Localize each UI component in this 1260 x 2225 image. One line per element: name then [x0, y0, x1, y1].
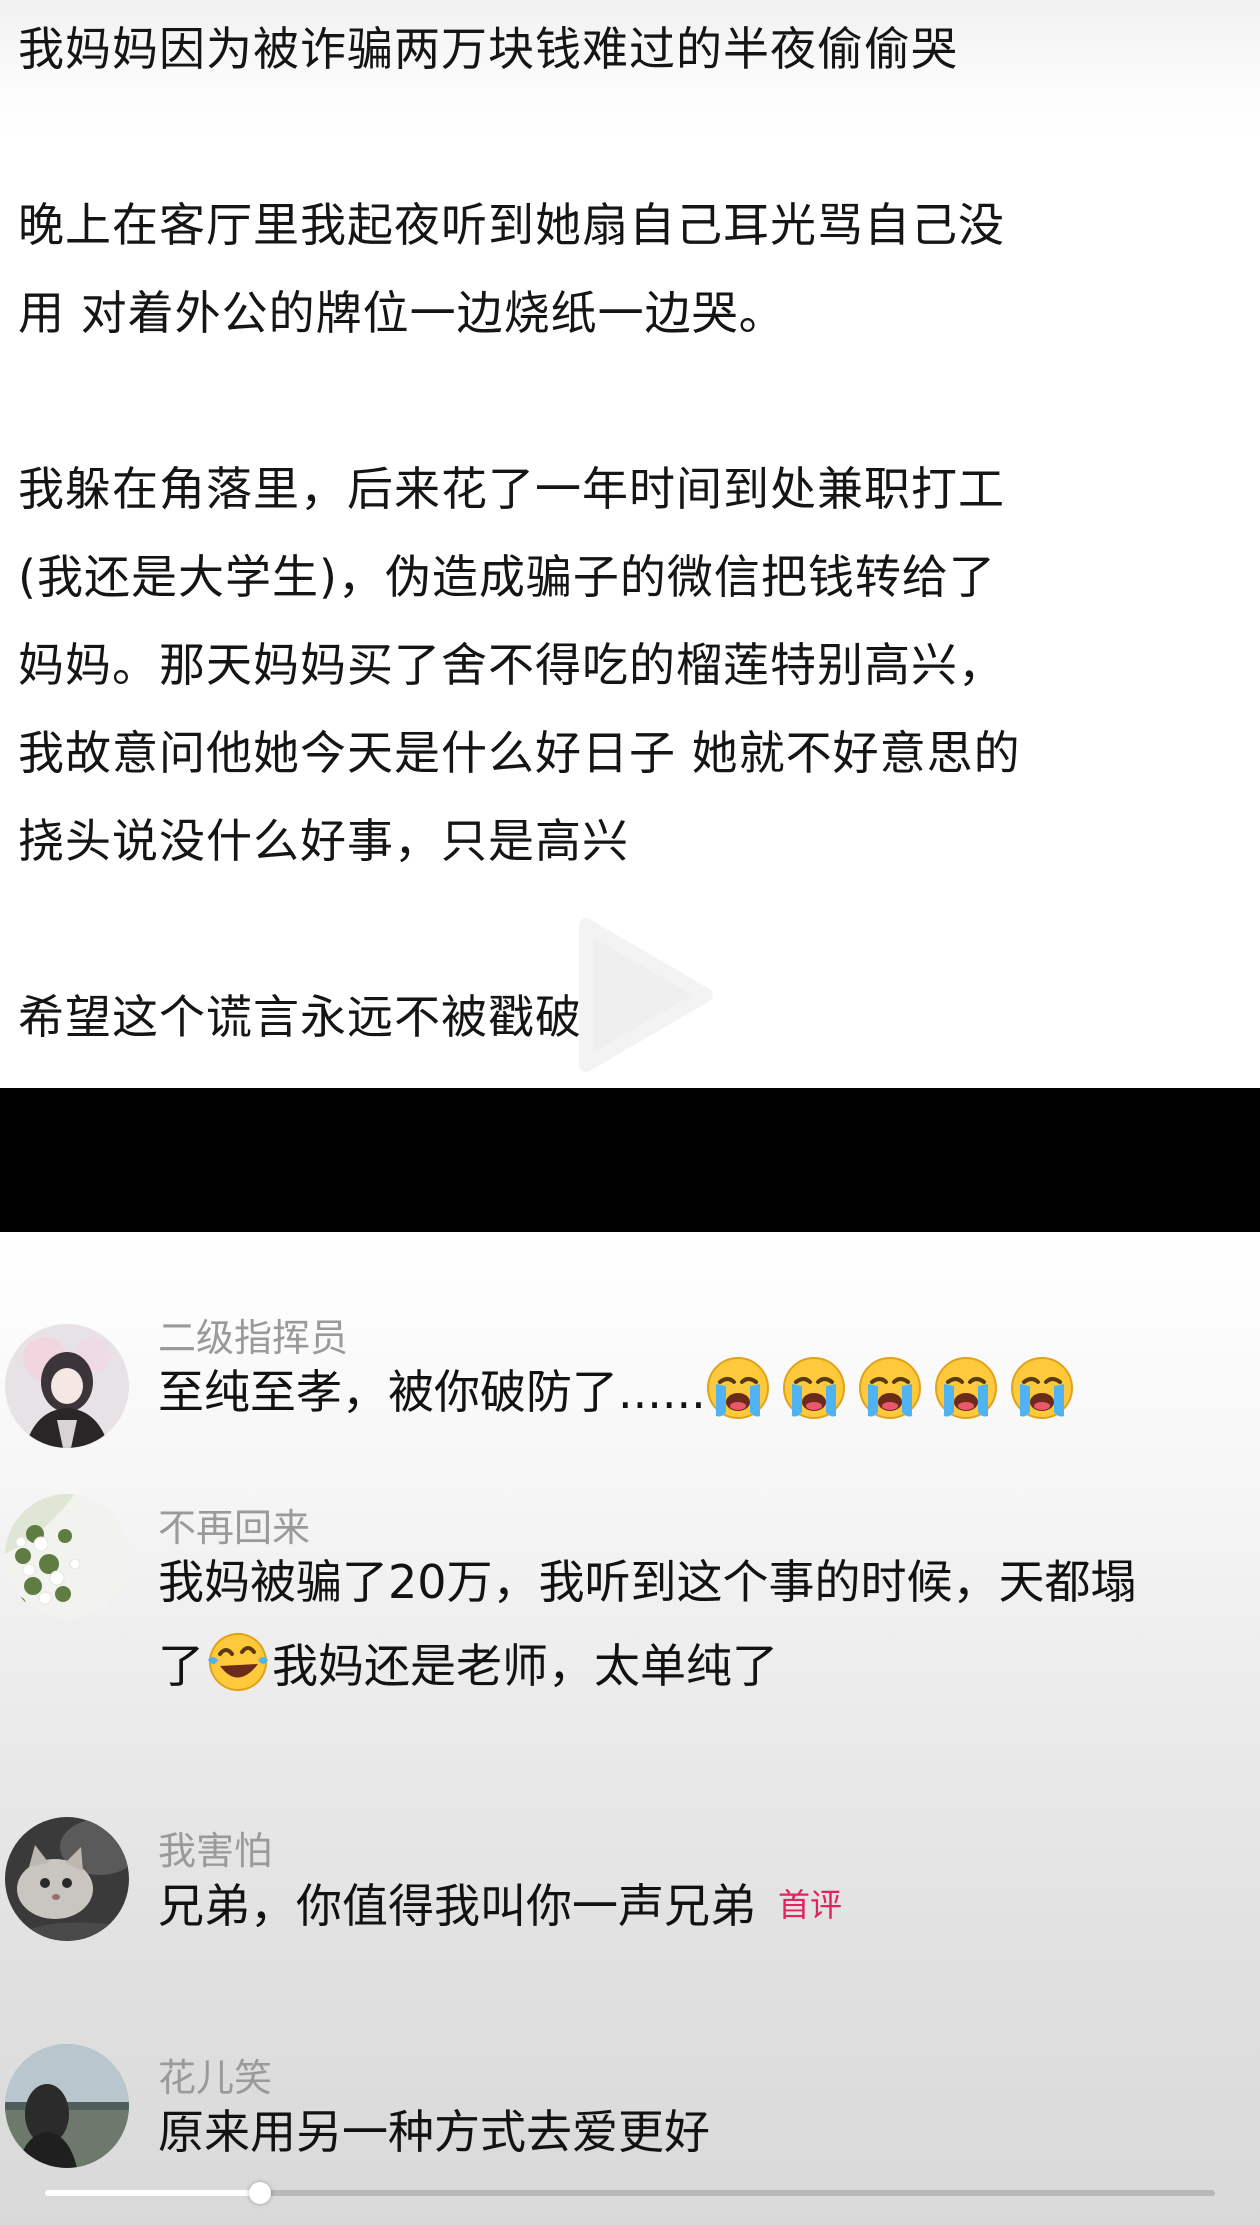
comment-text-line-1: 我妈被骗了20万，我听到这个事的时候，天都塌 [158, 1555, 1137, 1609]
play-icon[interactable] [556, 905, 726, 1085]
video-progress-bar[interactable] [45, 2182, 1215, 2204]
post-text-line: 我妈妈因为被诈骗两万块钱难过的半夜偷偷哭 [18, 22, 958, 76]
tears-of-joy-face-icon [204, 1633, 272, 1693]
loudly-crying-face-icon [934, 1357, 997, 1419]
comment-text: 原来用另一种方式去爱更好 [158, 2105, 710, 2159]
post-text-line: 晚上在客厅里我起夜听到她扇自己耳光骂自己没 [18, 198, 1005, 252]
avatar[interactable] [5, 1817, 129, 1941]
comment-text-content: 至纯至孝，被你破防了...... [158, 1365, 706, 1419]
post-text-line: 我躲在角落里，后来花了一年时间到处兼职打工 [18, 462, 1005, 516]
video-progress-fill [45, 2190, 261, 2196]
post-text-line: 妈妈。那天妈妈买了舍不得吃的榴莲特别高兴， [18, 638, 1005, 692]
avatar[interactable] [5, 1494, 129, 1618]
avatar[interactable] [5, 2044, 129, 2168]
comment-text-content: 兄弟，你值得我叫你一声兄弟 [158, 1879, 756, 1933]
first-comment-badge: 首评 [778, 1886, 843, 1924]
post-text-line: 希望这个谎言永远不被戳破 [18, 990, 582, 1044]
comment-text-pre: 了 [158, 1639, 204, 1693]
loudly-crying-face-icon [706, 1357, 769, 1419]
comment-text-line-2: 了 我妈还是老师，太单纯了 [158, 1624, 778, 1708]
post-blank-line [18, 93, 34, 181]
post-blank-line [18, 885, 34, 973]
emoji-row [706, 1357, 1086, 1419]
comment-text: 兄弟，你值得我叫你一声兄弟 首评 [158, 1863, 842, 1948]
post-text-line: 挠头说没什么好事，只是高兴 [18, 814, 629, 868]
avatar[interactable] [5, 1324, 129, 1448]
comment-text: 至纯至孝，被你破防了...... [158, 1350, 1086, 1434]
comment-text-post: 我妈还是老师，太单纯了 [272, 1639, 778, 1693]
video-divider-bar [0, 1088, 1260, 1232]
comment-list[interactable]: 二级指挥员 至纯至孝，被你破防了...... 不再回来 我妈被骗了20万，我听到… [0, 1232, 1260, 2225]
post-blank-line [18, 357, 34, 445]
post-body: 我妈妈因为被诈骗两万块钱难过的半夜偷偷哭 晚上在客厅里我起夜听到她扇自己耳光骂自… [0, 0, 1260, 1088]
post-text-line: (我还是大学生)，伪造成骗子的微信把钱转给了 [18, 550, 996, 604]
loudly-crying-face-icon [858, 1357, 921, 1419]
loudly-crying-face-icon [1010, 1357, 1073, 1419]
post-text-line: 用 对着外公的牌位一边烧纸一边哭。 [18, 286, 786, 340]
post-text-line: 我故意问他她今天是什么好日子 她就不好意思的 [18, 726, 1021, 780]
loudly-crying-face-icon [782, 1357, 845, 1419]
